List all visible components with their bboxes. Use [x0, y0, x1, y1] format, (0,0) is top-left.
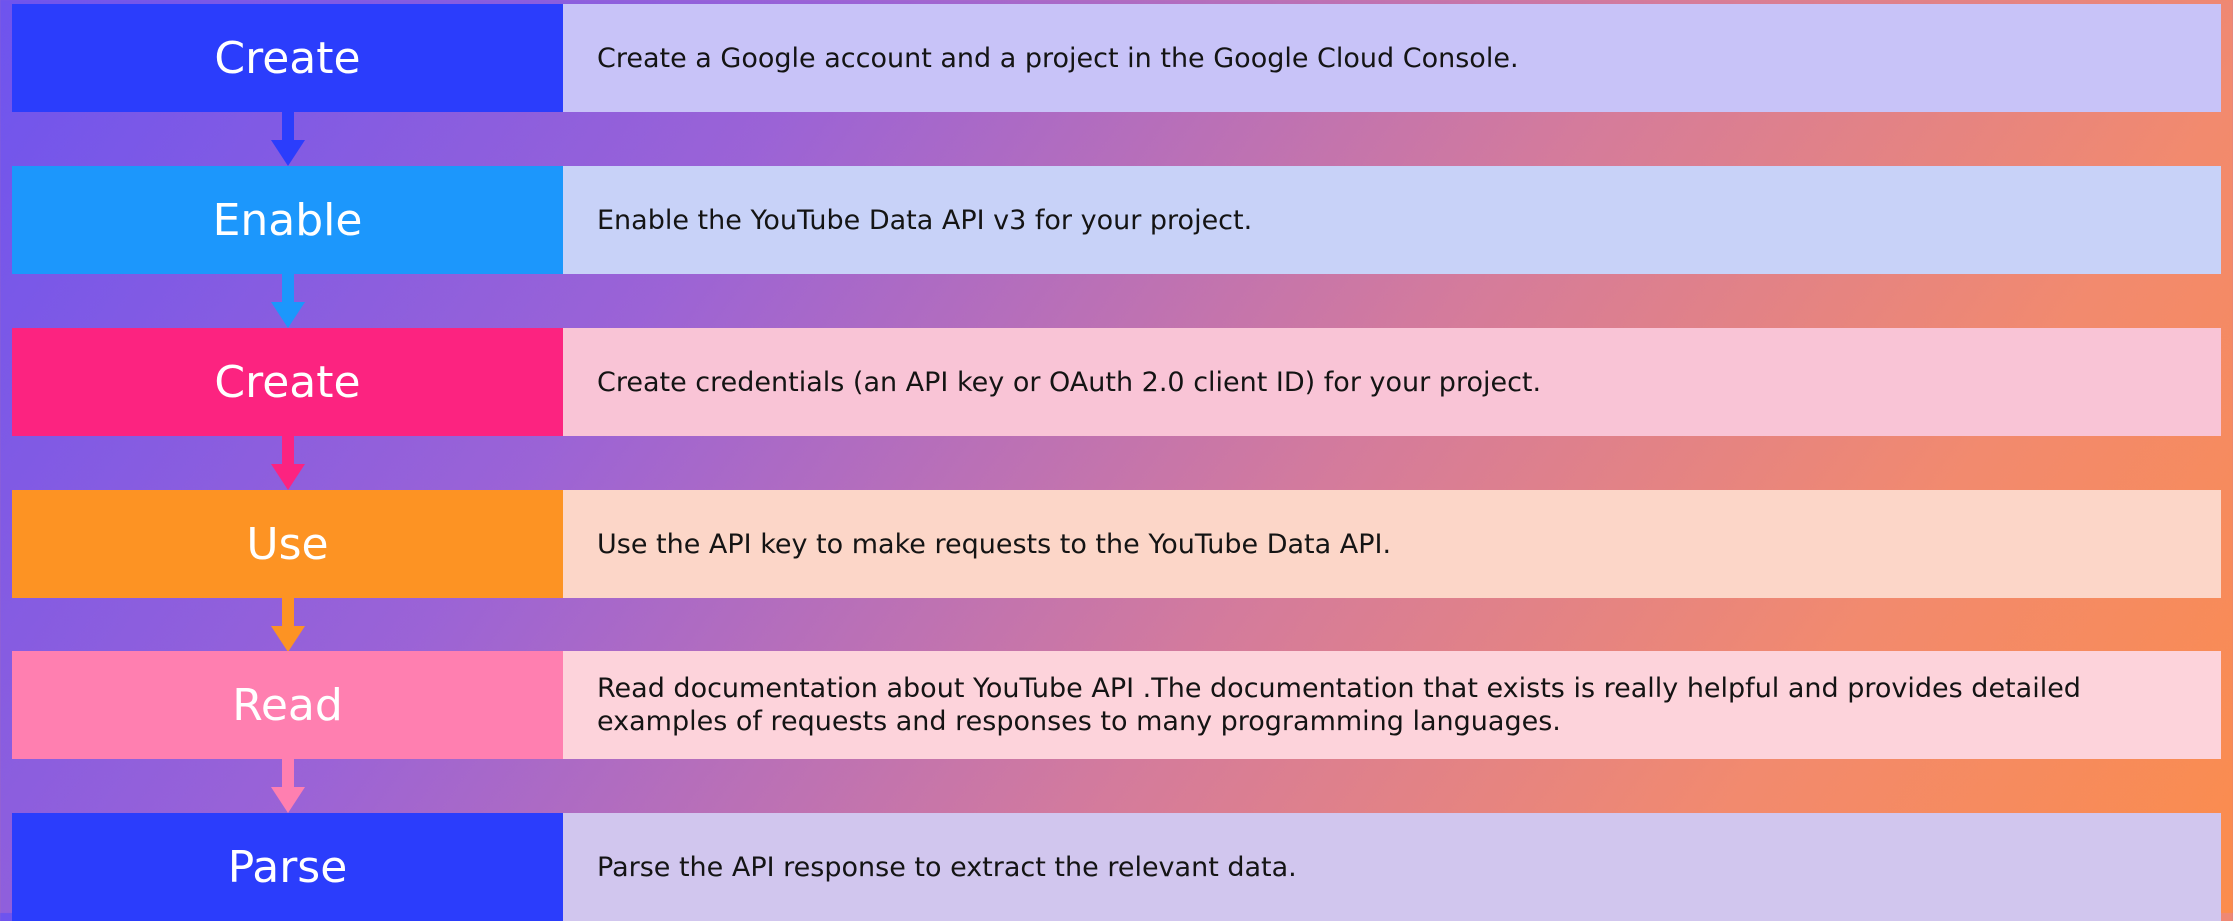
step-description-text: Read documentation about YouTube API .Th… — [597, 673, 2081, 737]
step-label: Use — [12, 490, 563, 598]
step-label: Enable — [12, 166, 563, 274]
step-row: Create Create a Google account and a proj… — [12, 4, 2221, 112]
step-row: Use Use the API key to make requests to t… — [12, 490, 2221, 598]
step-description: Enable the YouTube Data API v3 for your … — [563, 166, 2221, 274]
step-description-text: Create credentials (an API key or OAuth … — [597, 366, 1542, 398]
step-description-text: Parse the API response to extract the re… — [597, 851, 1297, 883]
step-row: Read Read documentation about YouTube API… — [12, 651, 2221, 759]
step-row: Parse Parse the API response to extract t… — [12, 813, 2221, 921]
step-row: Enable Enable the YouTube Data API v3 for… — [12, 166, 2221, 274]
step-label: Create — [12, 4, 563, 112]
arrow-down-icon — [271, 436, 305, 490]
step-description: Use the API key to make requests to the … — [563, 490, 2221, 598]
step-description-text: Use the API key to make requests to the … — [597, 528, 1392, 560]
step-description-text: Create a Google account and a project in… — [597, 42, 1519, 74]
arrow-down-icon — [271, 759, 305, 813]
step-description: Parse the API response to extract the re… — [563, 813, 2221, 921]
step-description: Create credentials (an API key or OAuth … — [563, 328, 2221, 436]
process-flow-diagram: Create Create a Google account and a proj… — [0, 0, 2233, 921]
step-label: Read — [12, 651, 563, 759]
step-label: Parse — [12, 813, 563, 921]
step-row: Create Create credentials (an API key or … — [12, 328, 2221, 436]
step-description: Read documentation about YouTube API .Th… — [563, 651, 2221, 759]
arrow-down-icon — [271, 112, 305, 166]
arrow-down-icon — [271, 274, 305, 328]
step-label: Create — [12, 328, 563, 436]
step-description: Create a Google account and a project in… — [563, 4, 2221, 112]
step-description-text: Enable the YouTube Data API v3 for your … — [597, 204, 1253, 236]
arrow-down-icon — [271, 598, 305, 652]
